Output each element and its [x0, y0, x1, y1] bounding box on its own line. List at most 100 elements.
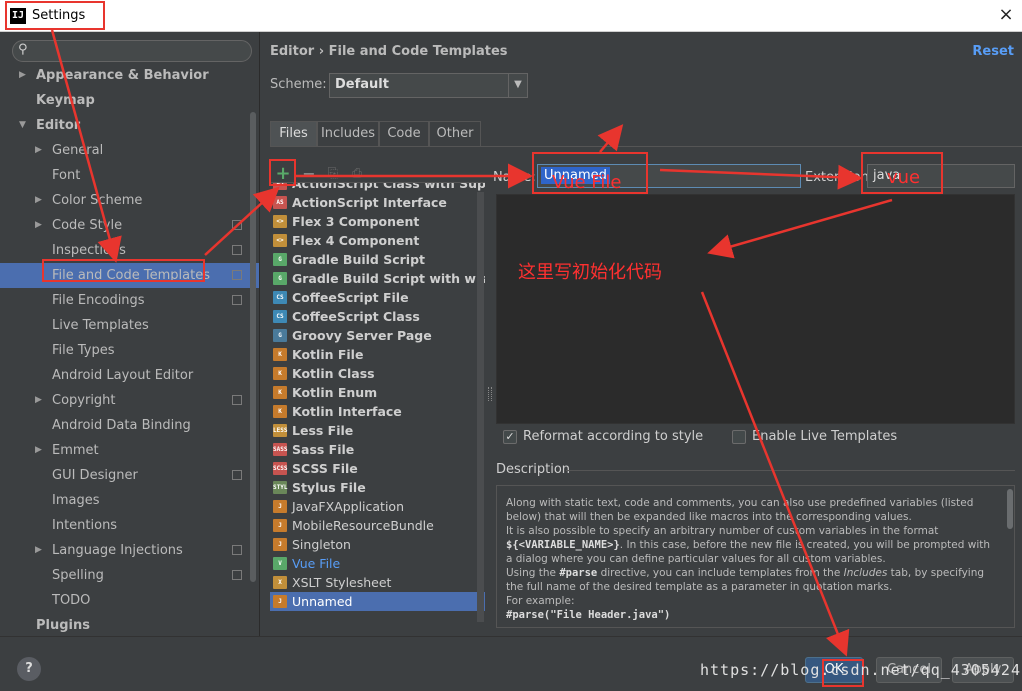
sidebar-item[interactable]: Plugins [0, 613, 259, 636]
template-code-editor[interactable] [496, 194, 1015, 424]
project-scope-icon [232, 245, 242, 255]
sidebar-item[interactable]: TODO [0, 588, 259, 613]
template-list-item[interactable]: STYL Stylus File [270, 478, 485, 497]
sidebar-item[interactable]: ▶ Language Injections [0, 538, 259, 563]
sidebar-item[interactable]: Spelling [0, 563, 259, 588]
close-icon[interactable]: × [996, 4, 1016, 26]
template-list-item[interactable]: AS ActionScript Class with Superc [270, 183, 485, 193]
breadcrumb: Editor › File and Code Templates [270, 44, 508, 59]
sidebar-item[interactable]: File Encodings [0, 288, 259, 313]
chevron-right-icon[interactable]: ▶ [35, 188, 47, 213]
reset-template-icon[interactable]: ⎙ [348, 164, 366, 184]
description-p4: For example: [506, 595, 575, 607]
sidebar-item[interactable]: Inspections [0, 238, 259, 263]
sidebar-item-label: File and Code Templates [52, 268, 210, 283]
sidebar-item[interactable]: Live Templates [0, 313, 259, 338]
template-list-item[interactable]: J JavaFXApplication [270, 497, 485, 516]
description-example: #parse("File Header.java") [506, 609, 671, 621]
template-list-item[interactable]: LESS Less File [270, 421, 485, 440]
template-list-item[interactable]: AS ActionScript Interface [270, 193, 485, 212]
template-list-item[interactable]: V Vue File [270, 554, 485, 573]
add-template-icon[interactable]: + [274, 164, 292, 184]
settings-search-input[interactable]: ⚲ [12, 40, 252, 62]
sidebar-item-label: Android Layout Editor [52, 368, 194, 383]
template-list-item[interactable]: G Groovy Server Page [270, 326, 485, 345]
template-list-item[interactable]: G Gradle Build Script with wrappe [270, 269, 485, 288]
scheme-value: Default [335, 77, 389, 92]
file-type-icon: J [273, 538, 287, 551]
sidebar-item[interactable]: ▶ Copyright [0, 388, 259, 413]
description-scrollbar[interactable] [1007, 489, 1013, 529]
template-list-item[interactable]: SCSS SCSS File [270, 459, 485, 478]
template-list-scrollbar[interactable] [477, 192, 484, 622]
chevron-right-icon[interactable]: ▶ [35, 438, 47, 463]
sidebar-item[interactable]: Font [0, 163, 259, 188]
chevron-right-icon[interactable]: ▶ [35, 388, 47, 413]
chevron-right-icon[interactable]: ▶ [35, 213, 47, 238]
template-list-item[interactable]: J Unnamed [270, 592, 485, 611]
template-list-item[interactable]: CS CoffeeScript File [270, 288, 485, 307]
live-templates-option[interactable]: Enable Live Templates [732, 429, 902, 447]
sidebar-item[interactable]: ▶ Code Style [0, 213, 259, 238]
extension-input[interactable]: java [867, 164, 1015, 188]
template-list-item[interactable]: CS CoffeeScript Class [270, 307, 485, 326]
chevron-right-icon[interactable]: ▶ [19, 63, 31, 88]
template-list-item[interactable]: <> Flex 4 Component [270, 231, 485, 250]
sidebar-item[interactable]: ▶ Appearance & Behavior [0, 63, 259, 88]
chevron-down-icon[interactable]: ▼ [508, 74, 527, 97]
copy-template-icon[interactable]: ⎘ [324, 164, 342, 184]
reformat-checkbox[interactable]: ✓ [503, 430, 517, 444]
apply-button[interactable]: Apply [952, 657, 1014, 683]
sidebar-item[interactable]: ▶ General [0, 138, 259, 163]
sidebar-item-label: Android Data Binding [52, 418, 191, 433]
chevron-down-icon[interactable]: ▼ [19, 113, 31, 138]
file-type-icon: V [273, 557, 287, 570]
tab-code[interactable]: Code [379, 121, 429, 146]
template-list-item[interactable]: K Kotlin Enum [270, 383, 485, 402]
template-name: CoffeeScript File [292, 290, 409, 305]
reformat-option[interactable]: ✓ Reformat according to style [503, 429, 703, 447]
sidebar-scrollbar[interactable] [250, 112, 256, 582]
cancel-button[interactable]: Cancel [876, 657, 942, 683]
chevron-right-icon[interactable]: ▶ [35, 538, 47, 563]
chevron-right-icon[interactable]: ▶ [35, 138, 47, 163]
sidebar-item-label: Inspections [52, 243, 126, 258]
template-list-item[interactable]: J MobileResourceBundle [270, 516, 485, 535]
sidebar-item[interactable]: Android Layout Editor [0, 363, 259, 388]
template-list-item[interactable]: G Gradle Build Script [270, 250, 485, 269]
sidebar-item-label: Code Style [52, 218, 123, 233]
sidebar-item[interactable]: Android Data Binding [0, 413, 259, 438]
reset-link[interactable]: Reset [972, 44, 1014, 59]
remove-template-icon[interactable]: − [300, 164, 318, 184]
sidebar-item[interactable]: Intentions [0, 513, 259, 538]
template-list-item[interactable]: K Kotlin Class [270, 364, 485, 383]
sidebar-item[interactable]: Keymap [0, 88, 259, 113]
sidebar-item[interactable]: File Types [0, 338, 259, 363]
template-list-item[interactable]: <> Flex 3 Component [270, 212, 485, 231]
template-list-item[interactable]: SASS Sass File [270, 440, 485, 459]
project-scope-icon [232, 470, 242, 480]
splitter-handle[interactable] [488, 387, 492, 401]
description-p1: Along with static text, code and comment… [506, 497, 974, 523]
template-name-input[interactable]: Unnamed [537, 164, 801, 188]
sidebar-item[interactable]: ▶ Color Scheme [0, 188, 259, 213]
template-list-item[interactable]: J Singleton [270, 535, 485, 554]
sidebar-item[interactable]: ▶ Emmet [0, 438, 259, 463]
template-list-item[interactable]: K Kotlin Interface [270, 402, 485, 421]
template-list-item[interactable]: K Kotlin File [270, 345, 485, 364]
tab-other[interactable]: Other [429, 121, 481, 146]
file-type-icon: J [273, 519, 287, 532]
tab-includes[interactable]: Includes [317, 121, 379, 146]
tab-files[interactable]: Files [270, 121, 317, 146]
sidebar-item[interactable]: File and Code Templates [0, 263, 259, 288]
file-type-icon: G [273, 253, 287, 266]
help-icon[interactable]: ? [17, 657, 41, 681]
template-list-item[interactable]: X XSLT Stylesheet [270, 573, 485, 592]
sidebar-item[interactable]: Images [0, 488, 259, 513]
live-templates-checkbox[interactable] [732, 430, 746, 444]
search-icon: ⚲ [18, 42, 28, 57]
sidebar-item[interactable]: ▼ Editor [0, 113, 259, 138]
ok-button[interactable]: OK [805, 657, 863, 683]
scheme-select[interactable]: Default ▼ [329, 73, 528, 98]
sidebar-item[interactable]: GUI Designer [0, 463, 259, 488]
